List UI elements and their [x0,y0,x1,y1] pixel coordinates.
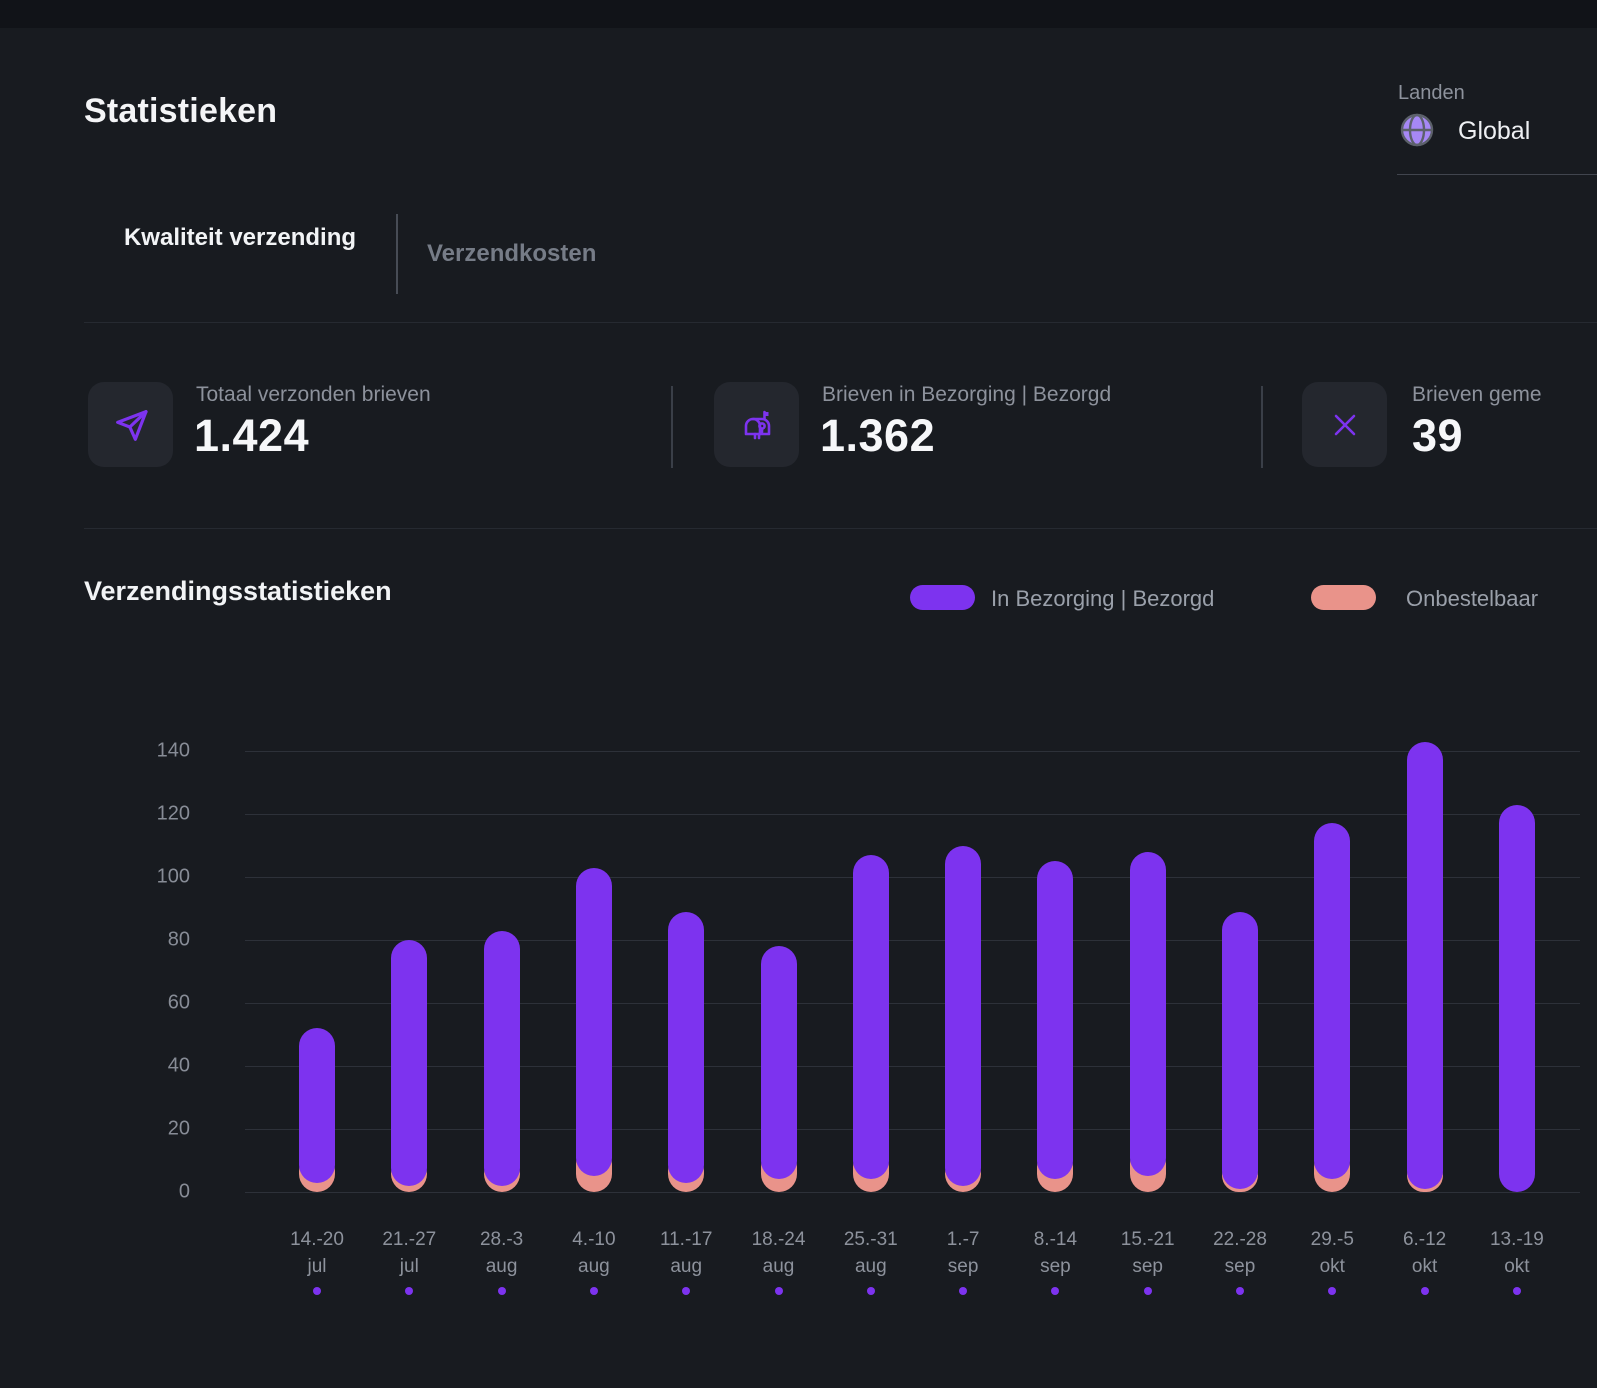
stat-label-gemist: Brieven geme [1412,383,1542,407]
y-axis-label-140: 140 [110,740,190,763]
y-axis-label-40: 40 [110,1055,190,1078]
stat-label-totaal: Totaal verzonden brieven [196,383,431,407]
mailbox-icon [714,382,799,467]
divider [84,528,1597,529]
y-axis-label-60: 60 [110,992,190,1015]
bar-in-bezorging [853,855,889,1179]
gridline-80 [245,940,1580,941]
tab-divider [396,214,398,294]
country-selector-label: Landen [1398,82,1465,105]
tab-verzendkosten[interactable]: Verzendkosten [427,240,596,268]
x-axis-dot [313,1287,321,1295]
stat-divider [1261,386,1263,468]
stat-value-totaal: 1.424 [194,410,309,462]
x-axis-dot [1421,1287,1429,1295]
gridline-100 [245,877,1580,878]
y-axis-label-0: 0 [110,1181,190,1204]
gridline-40 [245,1066,1580,1067]
x-axis-dot [590,1287,598,1295]
stat-label-bezorgd: Brieven in Bezorging | Bezorgd [822,383,1111,407]
y-axis-label-100: 100 [110,866,190,889]
x-axis-dot [775,1287,783,1295]
divider [84,322,1597,323]
y-axis-label-80: 80 [110,929,190,952]
y-axis-label-120: 120 [110,803,190,826]
gridline-60 [245,1003,1580,1004]
tab-kwaliteit-verzending[interactable]: Kwaliteit verzending [120,219,360,256]
bar-in-bezorging [1407,742,1443,1189]
x-axis-dot [867,1287,875,1295]
x-axis-dot [498,1287,506,1295]
country-selector-value[interactable]: Global [1458,117,1530,146]
bar-in-bezorging [576,868,612,1177]
stat-value-bezorgd: 1.362 [820,410,935,462]
x-axis-dot [1144,1287,1152,1295]
x-axis-dot [1051,1287,1059,1295]
legend-swatch-onbestelbaar[interactable] [1311,585,1376,610]
bar-in-bezorging [484,931,520,1186]
gridline-140 [245,751,1580,752]
x-axis-dot [959,1287,967,1295]
globe-icon[interactable] [1398,111,1436,149]
top-bar [0,0,1597,28]
bar-in-bezorging [1130,852,1166,1176]
bar-in-bezorging [945,846,981,1186]
x-axis-dot [682,1287,690,1295]
bar-in-bezorging [1222,912,1258,1189]
x-axis-dot [405,1287,413,1295]
y-axis-label-20: 20 [110,1118,190,1141]
x-axis-dot [1513,1287,1521,1295]
bar-in-bezorging [299,1028,335,1182]
bar-in-bezorging [761,946,797,1179]
stat-value-gemist: 39 [1412,410,1463,462]
bar-in-bezorging [1037,861,1073,1179]
gridline-0 [245,1192,1580,1193]
x-icon [1302,382,1387,467]
legend-label-bezorgd: In Bezorging | Bezorgd [991,586,1214,612]
chart-title: Verzendingsstatistieken [84,576,392,607]
x-axis-dot [1328,1287,1336,1295]
bar-in-bezorging [1314,823,1350,1179]
statistics-page: Statistieken Landen Global Kwaliteit ver… [0,0,1597,1388]
send-icon [88,382,173,467]
bar-in-bezorging [1499,805,1535,1192]
x-axis-dot [1236,1287,1244,1295]
stat-divider [671,386,673,468]
country-selector-underline [1397,174,1597,175]
gridline-120 [245,814,1580,815]
page-title: Statistieken [84,92,277,131]
bar-in-bezorging [391,940,427,1186]
x-axis-label: 13.-19okt [1462,1226,1572,1280]
legend-label-onbestelbaar: Onbestelbaar [1406,586,1538,612]
bar-in-bezorging [668,912,704,1183]
gridline-20 [245,1129,1580,1130]
legend-swatch-bezorgd[interactable] [910,585,975,610]
